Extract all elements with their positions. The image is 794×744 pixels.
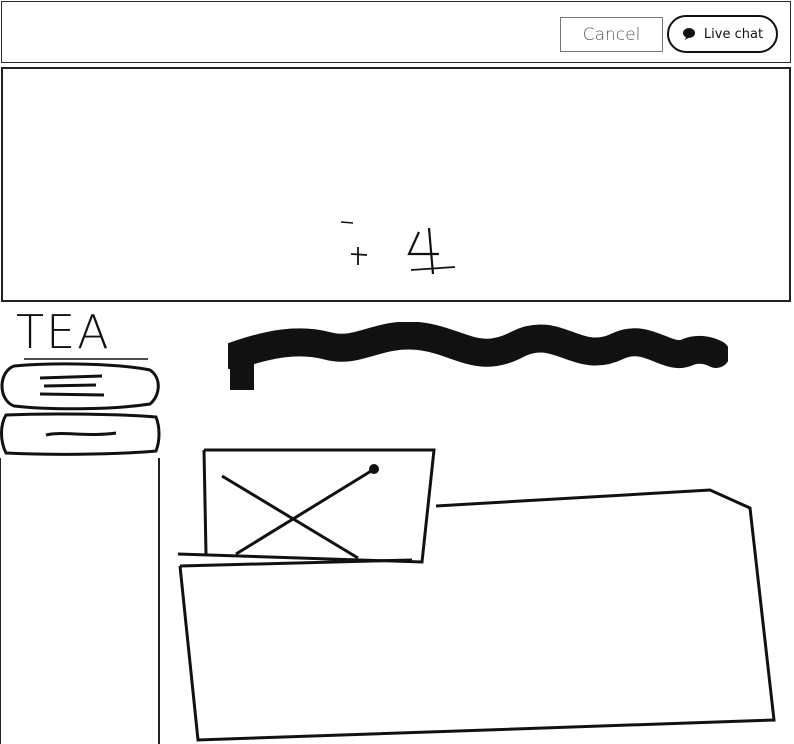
sidebar-title: TEA [16, 305, 111, 359]
live-chat-button[interactable]: Live chat [667, 15, 778, 53]
cancel-button[interactable]: Cancel [560, 17, 663, 52]
top-bar: Cancel Live chat [1, 1, 791, 63]
content-panel [178, 488, 776, 742]
sidebar-column [0, 458, 160, 744]
sidebar-menu-item-2[interactable] [0, 411, 162, 457]
hero-banner [1, 67, 791, 302]
hero-doodle [340, 221, 456, 275]
heading-placeholder [228, 322, 728, 390]
sidebar-menu-item-1[interactable] [0, 360, 162, 412]
live-chat-label: Live chat [703, 26, 764, 42]
chat-bubble-icon [682, 27, 696, 41]
cancel-label: Cancel [582, 24, 641, 45]
